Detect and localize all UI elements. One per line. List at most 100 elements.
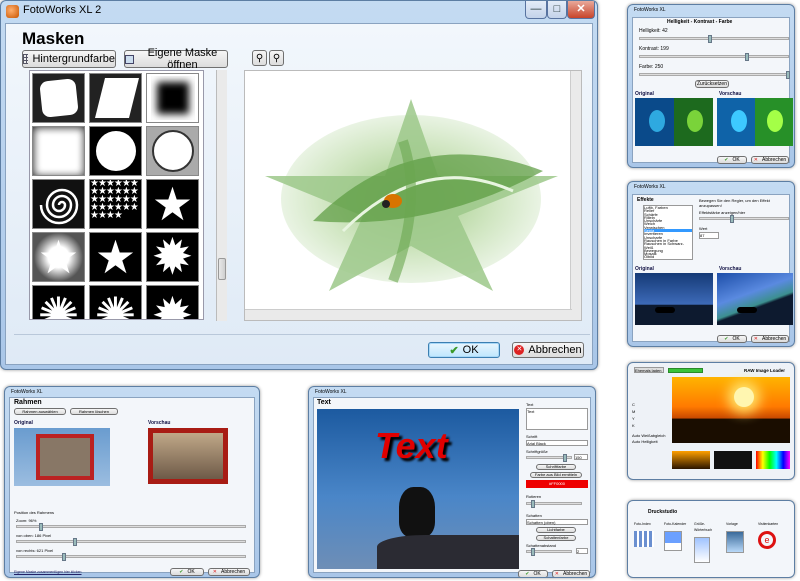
mask-star-glow[interactable]: ★ xyxy=(32,232,85,282)
open-mask-button[interactable]: Eigene Maske öffnen xyxy=(124,47,228,71)
font-select[interactable]: Arial Black xyxy=(526,440,588,446)
mask-flower-3[interactable]: ✹ xyxy=(146,285,199,319)
print-option-index[interactable]: Foto-Index xyxy=(634,521,662,565)
mask-soft-square[interactable] xyxy=(146,73,199,123)
brightness-window-titlebar[interactable]: FotoWorks XL xyxy=(628,5,794,15)
print-option-size[interactable]: Größe-Wörterbuch xyxy=(694,521,722,565)
color-knob[interactable] xyxy=(786,71,790,79)
effects-list[interactable]: Luftb. Farben Relief Schärfe Rilleln Unschär… xyxy=(643,205,693,260)
divider xyxy=(14,334,590,335)
shadow-select[interactable]: Schatten (oben) xyxy=(526,519,588,525)
mask-flower-2[interactable]: ✺ xyxy=(89,285,142,319)
preview-scrollbar-right[interactable] xyxy=(570,71,581,320)
raw-thumb-2[interactable] xyxy=(714,451,752,469)
distance-knob[interactable] xyxy=(531,548,535,556)
mask-soft-glow[interactable] xyxy=(32,126,85,176)
frames-ok-button[interactable]: ✔ OK xyxy=(170,568,204,576)
text-window-titlebar[interactable]: FotoWorks XL xyxy=(309,387,595,397)
zoom-in-icon: ⚲ xyxy=(255,52,264,64)
reset-button[interactable]: Zurücksetzen xyxy=(695,80,729,88)
effects-ok-button[interactable]: ✔ OK xyxy=(717,335,747,343)
effects-list-item[interactable]: Pechkugel xyxy=(644,258,692,259)
mask-grid-scrollbar[interactable] xyxy=(216,70,227,321)
color-slider[interactable] xyxy=(639,71,790,79)
brightness-slider[interactable] xyxy=(639,35,789,43)
mask-grid-scroll-thumb[interactable] xyxy=(218,258,226,280)
distance-input[interactable]: 2 xyxy=(576,548,588,554)
print-option-cards[interactable]: Visitenkarten e xyxy=(758,521,792,565)
print-option-template[interactable]: Vorlage xyxy=(726,521,754,565)
mask-parallelogram[interactable] xyxy=(89,73,142,123)
mask-burst[interactable]: ✹ xyxy=(146,232,199,282)
mask-star-outline[interactable]: ★ xyxy=(89,232,142,282)
zoom-in-button[interactable]: ⚲ xyxy=(252,50,267,66)
contrast-label: Kontrast: 199 xyxy=(639,46,669,52)
size-label: Schriftgröße xyxy=(526,449,548,454)
mask-circle[interactable] xyxy=(89,126,142,176)
frames-top-slider[interactable] xyxy=(16,538,246,546)
rotation-knob[interactable] xyxy=(531,500,535,508)
size-slider[interactable] xyxy=(526,454,572,462)
frames-footer-link[interactable]: Eigene Maske zusammenfügen hier klicken xyxy=(14,569,82,575)
mask-star[interactable]: ★ xyxy=(146,179,199,229)
mask-stars-pattern[interactable]: ★★★★★★★★★★★★★★★★★★★★★★★★★★★★ xyxy=(89,179,142,229)
contrast-knob[interactable] xyxy=(745,53,749,61)
shadow-color-button[interactable]: Schattenfarbe xyxy=(536,535,576,541)
effects-strength-slider[interactable] xyxy=(699,215,789,223)
effects-strength-knob[interactable] xyxy=(730,215,734,223)
print-option-calendar[interactable]: Foto-Kalender xyxy=(664,521,692,565)
masks-window-titlebar[interactable]: FotoWorks XL 2 xyxy=(1,1,597,21)
light-color-button[interactable]: Lichtfarbe xyxy=(536,527,576,533)
frames-left-knob[interactable] xyxy=(62,553,66,561)
raw-field-m: M xyxy=(632,409,636,414)
raw-title: RAW Image Loader xyxy=(744,368,786,373)
maximize-button[interactable]: □ xyxy=(547,1,567,19)
mask-flower[interactable]: ✺ xyxy=(32,285,85,319)
grid-icon xyxy=(23,54,29,64)
raw-header-button[interactable]: Ehemals laden xyxy=(634,367,664,373)
size-knob[interactable] xyxy=(563,454,567,462)
minimize-button[interactable]: — xyxy=(525,1,547,19)
ok-button[interactable]: ✔ OK xyxy=(428,342,500,358)
frames-window-titlebar[interactable]: FotoWorks XL xyxy=(5,387,259,397)
distance-slider[interactable] xyxy=(526,548,572,556)
effects-cancel-button[interactable]: ✕ Abbrechen xyxy=(751,335,789,343)
frames-top-knob[interactable] xyxy=(73,538,77,546)
text-ok-button[interactable]: ✔ OK xyxy=(518,570,548,577)
cancel-button[interactable]: ✕ Abbrechen xyxy=(512,342,584,358)
frames-left-slider[interactable] xyxy=(16,553,246,561)
text-input[interactable]: Text xyxy=(526,408,588,430)
frames-zoom-knob[interactable] xyxy=(39,523,43,531)
preview-scrollbar-bottom[interactable] xyxy=(245,309,572,320)
raw-thumb-1[interactable] xyxy=(672,451,710,469)
font-color-button[interactable]: Schriftfarbe xyxy=(536,464,576,470)
mask-circle-outline[interactable] xyxy=(146,126,199,176)
mask-spiral[interactable] xyxy=(32,179,85,229)
text-cancel-button[interactable]: ✕ Abbrechen xyxy=(552,570,590,577)
open-file-icon xyxy=(125,54,134,64)
raw-checkbox-2[interactable]: Auto Helligkeit xyxy=(632,439,658,445)
zoom-out-button[interactable]: ⚲ xyxy=(269,50,284,66)
rotation-slider[interactable] xyxy=(526,500,582,508)
pick-color-button[interactable]: Farbe aus Bild ermitteln xyxy=(530,472,582,478)
size-input[interactable]: 150 xyxy=(574,454,588,460)
business-card-icon: e xyxy=(758,531,776,549)
effects-window-titlebar[interactable]: FotoWorks XL xyxy=(628,182,794,192)
background-color-button[interactable]: Hintergrundfarbe xyxy=(22,50,116,68)
frames-cancel-button[interactable]: ✕ Abbrechen xyxy=(208,568,250,576)
effects-value-input[interactable]: 87 xyxy=(699,232,719,239)
cancel-icon: ✕ xyxy=(753,336,758,342)
check-icon: ✔ xyxy=(724,157,729,163)
penguins xyxy=(399,487,435,537)
delete-frame-button[interactable]: Rahmen löschen xyxy=(70,408,118,415)
close-button[interactable]: ✕ xyxy=(567,1,595,19)
frames-zoom-slider[interactable] xyxy=(16,523,246,531)
mask-rounded-square[interactable] xyxy=(32,73,85,123)
choose-frame-button[interactable]: Rahmen auswählen xyxy=(14,408,66,415)
contrast-slider[interactable] xyxy=(639,53,789,61)
brightness-ok-button[interactable]: ✔ OK xyxy=(717,156,747,164)
print-heading: Druckstudio xyxy=(648,509,678,515)
brightness-knob[interactable] xyxy=(708,35,712,43)
frames-left-label: von rechts: 621 Pixel xyxy=(16,548,54,553)
brightness-cancel-button[interactable]: ✕ Abbrechen xyxy=(751,156,789,164)
